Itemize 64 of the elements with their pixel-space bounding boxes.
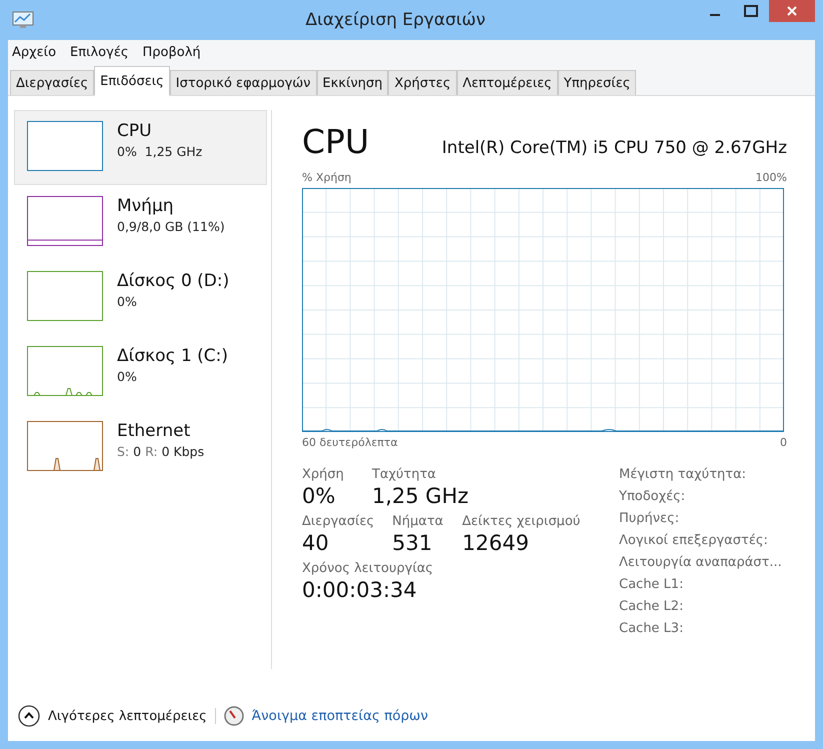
resource-name: Δίσκος 0 (D:) — [117, 271, 230, 291]
axis-label: 100% — [756, 171, 787, 184]
spec-label: Μέγιστη ταχύτητα: — [619, 467, 748, 482]
menu-item[interactable]: Αρχείο — [12, 44, 56, 60]
chevron-up-icon — [18, 705, 40, 727]
spec-label: Cache L3: — [619, 621, 684, 636]
resource-item[interactable]: Δίσκος 0 (D:) 0% — [14, 260, 267, 335]
spec-label: Cache L2: — [619, 599, 684, 614]
resource-name: Ethernet — [117, 421, 192, 441]
resource-name: Μνήμη — [117, 196, 175, 216]
resource-item[interactable]: CPU 0% 1,25 GHz — [14, 110, 267, 185]
stat-label: Ταχύτητα — [372, 467, 438, 482]
resource-item[interactable]: Δίσκος 1 (C:) 0% — [14, 335, 267, 410]
close-icon — [786, 5, 798, 17]
stat-label: Χρήση — [302, 467, 345, 482]
close-button[interactable] — [769, 0, 815, 22]
resource-item[interactable]: Μνήμη 0,9/8,0 GB (11%) — [14, 185, 267, 260]
resource-monitor-link[interactable]: Άνοιγμα εποπτείας πόρων — [252, 708, 428, 724]
axis-label: % Χρήση — [302, 171, 352, 184]
stat-value: 0% — [302, 484, 336, 508]
resource-detail: 0% 1,25 GHz — [117, 144, 202, 159]
rate-value: 0 — [133, 444, 142, 459]
fewer-details-button[interactable]: Λιγότερες λεπτομέρειες — [18, 705, 207, 727]
spec-label: Υποδοχές: — [619, 489, 686, 504]
minimize-icon — [710, 14, 720, 16]
stat-label: Χρόνος λειτουργίας — [302, 561, 434, 576]
rate-label: S: — [117, 444, 130, 459]
tab[interactable]: Υπηρεσίες — [558, 70, 636, 95]
resource-item[interactable]: Ethernet S: 0 R: 0 Kbps — [14, 410, 267, 485]
resource-detail: 0,9/8,0 GB (11%) — [117, 219, 225, 234]
spec-label: Λογικοί επεξεργαστές: — [619, 533, 769, 548]
menu-item[interactable]: Επιλογές — [70, 44, 128, 60]
resource-title: CPU — [302, 122, 370, 161]
stat-label: Δείκτες χειρισμού — [462, 514, 580, 529]
tab[interactable]: Ιστορικό εφαρμογών — [170, 70, 317, 95]
stat-label: Νήματα — [392, 514, 444, 529]
stat-value: 531 — [392, 531, 434, 555]
resource-name: CPU — [117, 121, 153, 141]
resource-detail: 0% — [117, 294, 138, 309]
stat-value: 0:00:03:34 — [302, 578, 418, 602]
maximize-icon — [744, 5, 758, 17]
menu-item[interactable]: Προβολή — [142, 44, 201, 60]
gauge-icon — [224, 706, 244, 726]
processor-model: Intel(R) Core(TM) i5 CPU 750 @ 2.67GHz — [442, 138, 787, 158]
spec-label: Λειτουργία αναπαράστ... — [619, 555, 783, 570]
rate-label: R: — [145, 444, 158, 459]
window-title: Διαχείριση Εργασιών — [304, 10, 486, 30]
resource-name: Δίσκος 1 (C:) — [117, 346, 228, 366]
tab[interactable]: Επιδόσεις — [94, 66, 170, 96]
stat-label: Διεργασίες — [302, 514, 374, 529]
tab[interactable]: Εκκίνηση — [316, 70, 388, 95]
spec-label: Cache L1: — [619, 577, 684, 592]
rate-value: 0 Kbps — [162, 444, 204, 459]
stat-value: 1,25 GHz — [372, 484, 469, 508]
stat-value: 12649 — [462, 531, 530, 555]
tab[interactable]: Λεπτομέρειες — [456, 70, 558, 95]
tab[interactable]: Διεργασίες — [10, 70, 94, 95]
stat-value: 40 — [302, 531, 330, 555]
axis-label: 0 — [780, 436, 787, 449]
monitor-icon — [12, 11, 34, 29]
tab[interactable]: Χρήστες — [388, 70, 457, 95]
resource-detail: 0% — [117, 369, 138, 384]
axis-label: 60 δευτερόλεπτα — [302, 436, 398, 449]
spec-label: Πυρήνες: — [619, 511, 680, 526]
